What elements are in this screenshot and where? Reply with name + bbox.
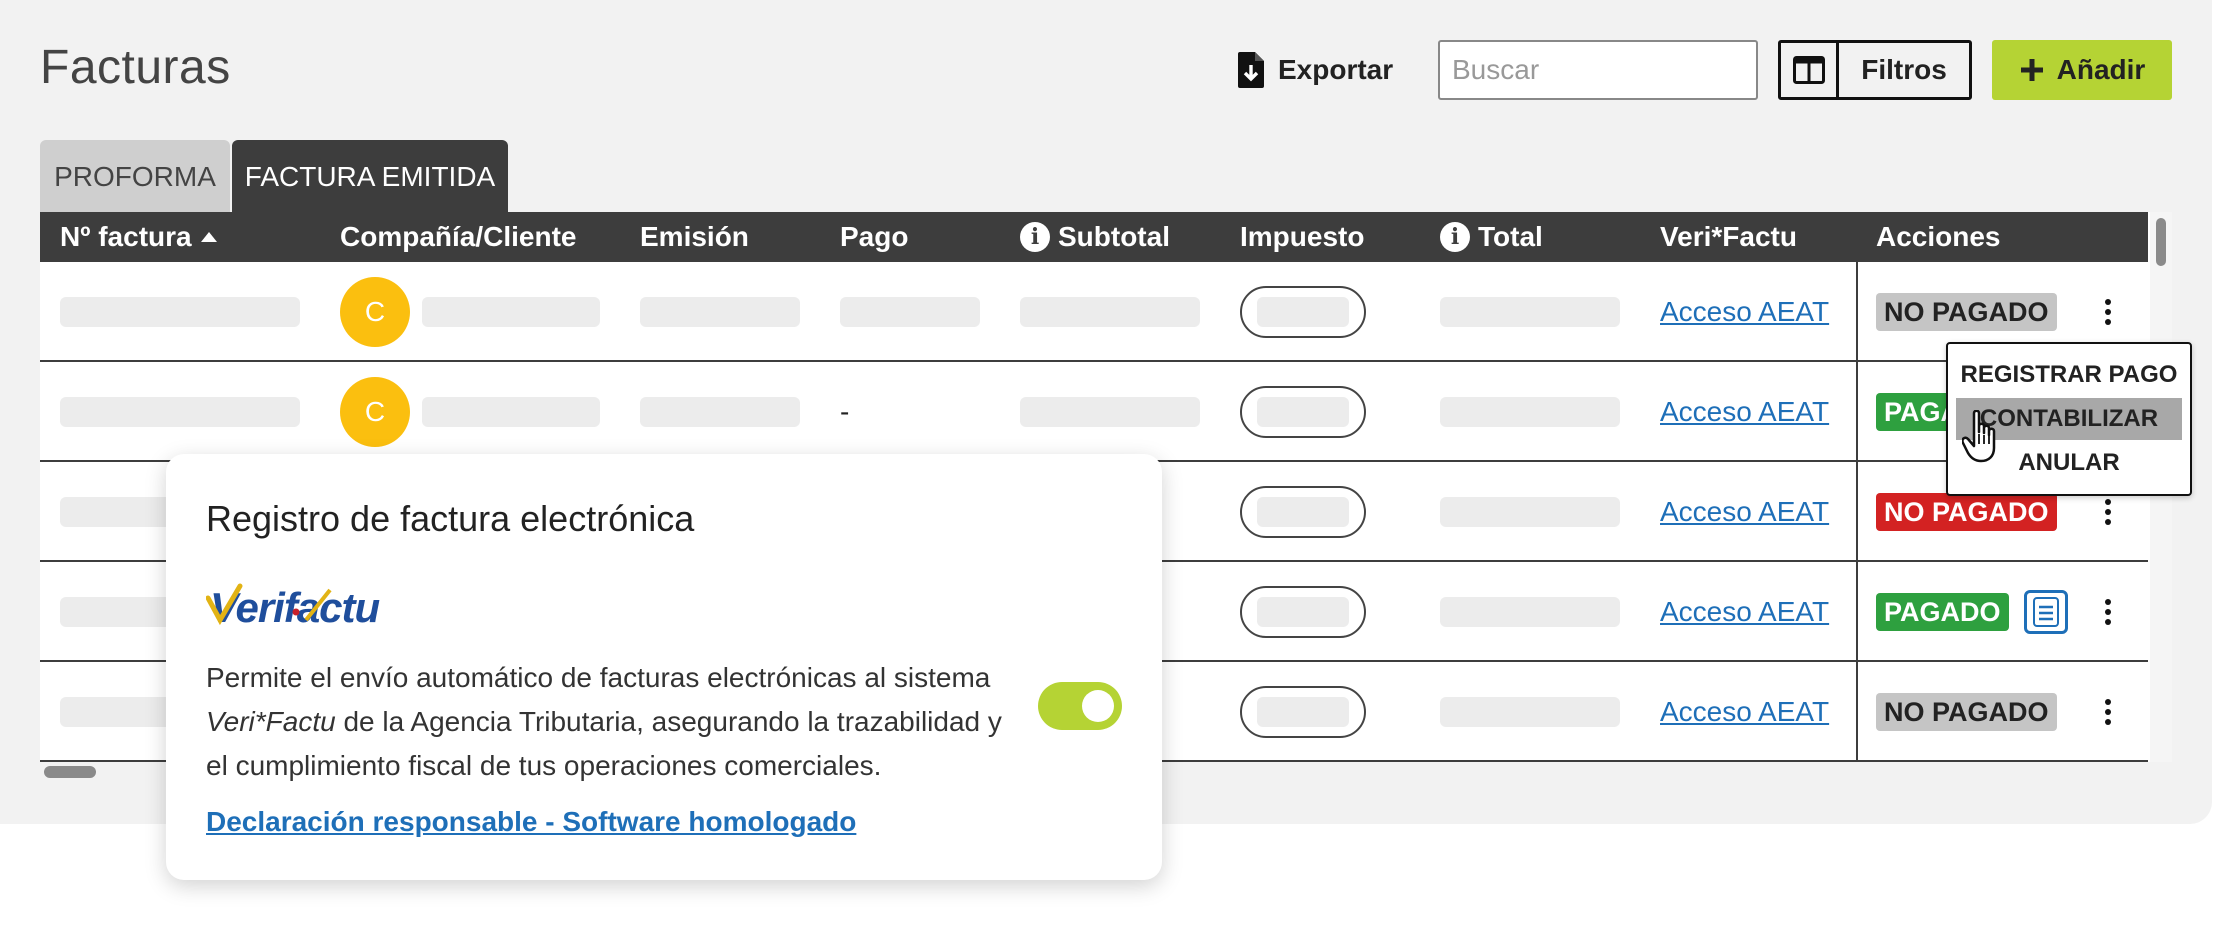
status-badge: NO PAGADO bbox=[1876, 293, 2057, 331]
placeholder-subtotal bbox=[1020, 397, 1200, 427]
add-label: Añadir bbox=[2056, 54, 2146, 85]
tax-pill bbox=[1240, 486, 1366, 538]
col-numero-factura[interactable]: Nº factura bbox=[60, 212, 218, 262]
placeholder-client bbox=[422, 397, 600, 427]
sort-asc-icon bbox=[200, 232, 217, 242]
more-actions-icon[interactable] bbox=[2098, 499, 2118, 525]
placeholder-pago bbox=[840, 297, 980, 327]
placeholder-subtotal bbox=[1020, 297, 1200, 327]
aeat-access-link[interactable]: Acceso AEAT bbox=[1660, 296, 1829, 328]
tax-pill bbox=[1240, 386, 1366, 438]
status-badge: PAGADO bbox=[1876, 593, 2009, 631]
filters-button[interactable]: Filtros bbox=[1839, 43, 1969, 97]
tax-pill bbox=[1240, 586, 1366, 638]
placeholder-total bbox=[1440, 697, 1620, 727]
columns-icon bbox=[1792, 56, 1825, 84]
col-total[interactable]: i Total bbox=[1440, 212, 1543, 262]
add-button[interactable]: Añadir bbox=[1992, 40, 2172, 100]
tab-factura-emitida[interactable]: FACTURA EMITIDA bbox=[232, 140, 508, 214]
popup-title: Registro de factura electrónica bbox=[206, 498, 695, 539]
hand-cursor-icon bbox=[1962, 410, 1996, 463]
col-impuesto[interactable]: Impuesto bbox=[1240, 212, 1364, 262]
placeholder-invoice-number bbox=[60, 397, 300, 427]
placeholder-client bbox=[422, 297, 600, 327]
col-emision[interactable]: Emisión bbox=[640, 212, 749, 262]
pago-value: - bbox=[840, 396, 850, 427]
aeat-access-link[interactable]: Acceso AEAT bbox=[1660, 396, 1829, 428]
verifactu-toggle[interactable] bbox=[1038, 682, 1122, 730]
table-row[interactable]: C Acceso AEAT NO PAGADO bbox=[40, 262, 2148, 362]
aeat-access-link[interactable]: Acceso AEAT bbox=[1660, 696, 1829, 728]
plus-icon bbox=[2020, 59, 2043, 81]
info-icon[interactable]: i bbox=[1440, 222, 1470, 252]
actions-column-divider bbox=[1856, 262, 1858, 762]
verifactu-logo: Verifactu bbox=[205, 580, 406, 635]
placeholder-invoice-number bbox=[60, 297, 300, 327]
placeholder-emision bbox=[640, 397, 800, 427]
avatar: C bbox=[340, 277, 410, 347]
menu-item-registrar-pago[interactable]: REGISTRAR PAGO bbox=[1956, 354, 2182, 396]
aeat-access-link[interactable]: Acceso AEAT bbox=[1660, 496, 1829, 528]
col-acciones: Acciones bbox=[1876, 221, 2001, 252]
search-input[interactable] bbox=[1440, 42, 1813, 98]
tab-proforma[interactable]: PROFORMA bbox=[40, 140, 230, 214]
status-badge: NO PAGADO bbox=[1876, 493, 2057, 531]
avatar: C bbox=[340, 377, 410, 447]
file-download-icon bbox=[1238, 52, 1264, 88]
columns-toggle-button[interactable] bbox=[1781, 43, 1839, 97]
col-pago[interactable]: Pago bbox=[840, 212, 908, 262]
aeat-access-link[interactable]: Acceso AEAT bbox=[1660, 596, 1829, 628]
vertical-scrollbar-thumb[interactable] bbox=[2156, 218, 2166, 266]
status-badge: NO PAGADO bbox=[1876, 693, 2057, 731]
tax-pill bbox=[1240, 686, 1366, 738]
export-label: Exportar bbox=[1278, 54, 1394, 85]
more-actions-icon[interactable] bbox=[2098, 599, 2118, 625]
search-box bbox=[1438, 40, 1839, 100]
placeholder-emision bbox=[640, 297, 800, 327]
accounting-document-icon[interactable] bbox=[2024, 590, 2068, 634]
col-verifactu[interactable]: Veri*Factu bbox=[1660, 212, 1797, 262]
placeholder-total bbox=[1440, 497, 1620, 527]
popup-description: Permite el envío automático de facturas … bbox=[206, 662, 1002, 781]
placeholder-total bbox=[1440, 297, 1620, 327]
placeholder-total bbox=[1440, 397, 1620, 427]
export-button[interactable]: Exportar bbox=[1238, 48, 1393, 92]
page-title: Facturas bbox=[40, 41, 231, 94]
col-compania-cliente[interactable]: Compañía/Cliente bbox=[340, 212, 576, 262]
info-icon[interactable]: i bbox=[1020, 222, 1050, 252]
more-actions-icon[interactable] bbox=[2098, 299, 2118, 325]
col-subtotal[interactable]: i Subtotal bbox=[1020, 212, 1170, 262]
tax-pill bbox=[1240, 286, 1366, 338]
placeholder-total bbox=[1440, 597, 1620, 627]
table-row[interactable]: C - Acceso AEAT PAGADO bbox=[40, 362, 2148, 462]
filter-group: Filtros bbox=[1778, 40, 1972, 100]
horizontal-scrollbar-thumb[interactable] bbox=[44, 766, 96, 778]
declaracion-responsable-link[interactable]: Declaración responsable - Software homol… bbox=[206, 806, 856, 838]
verifactu-popup: Registro de factura electrónica Verifact… bbox=[166, 454, 1162, 880]
more-actions-icon[interactable] bbox=[2098, 699, 2118, 725]
table-header: Nº factura Compañía/Cliente Emisión Pago… bbox=[40, 212, 2148, 262]
